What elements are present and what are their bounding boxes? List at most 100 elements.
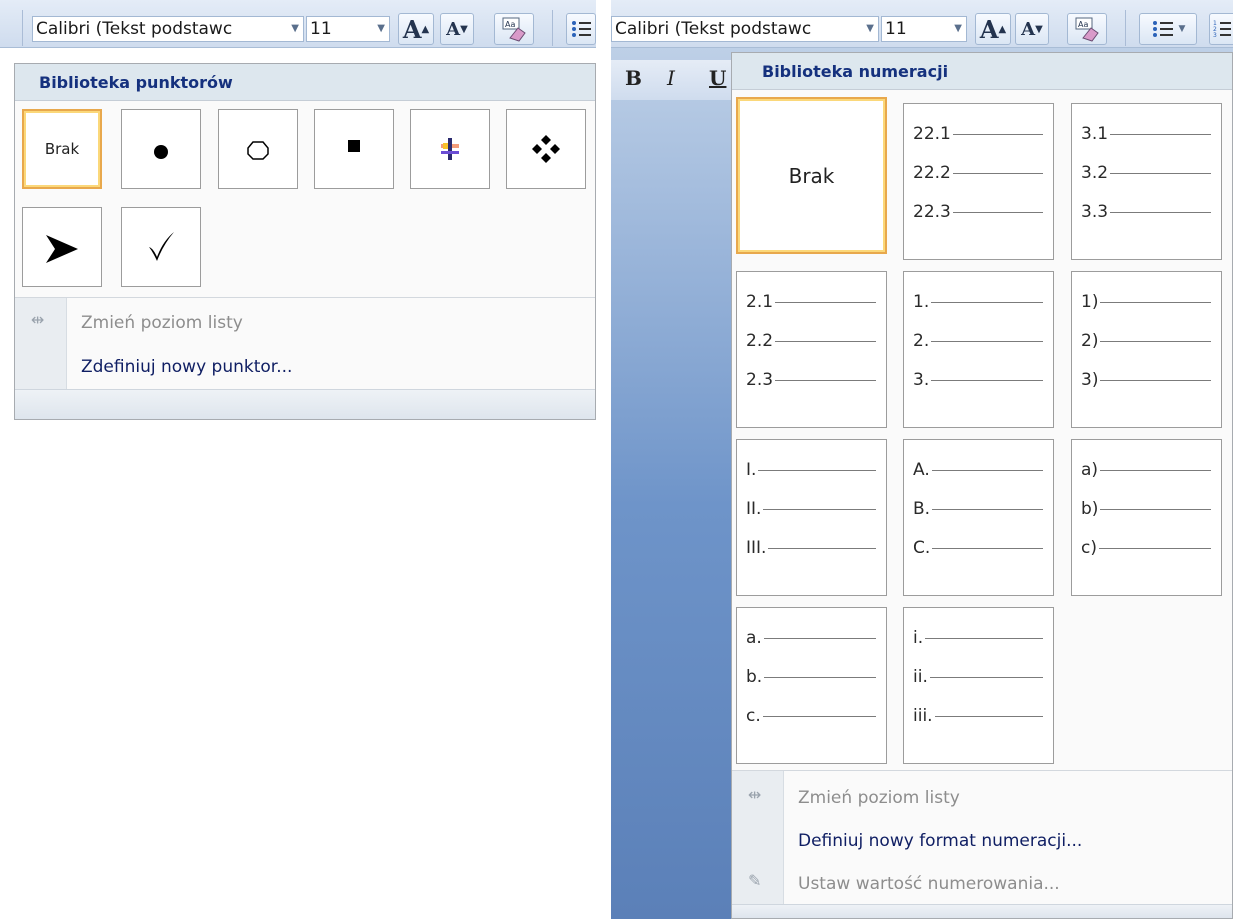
bullet-four-diamonds[interactable] (506, 109, 586, 189)
format-label: b. (746, 667, 763, 687)
numbering-none[interactable]: Brak (736, 97, 887, 254)
change-list-level-item[interactable]: Zmień poziom listy (798, 788, 960, 808)
bullet-hollow-circle[interactable] (218, 109, 298, 189)
clear-formatting-button[interactable]: Aa (1067, 13, 1107, 45)
four-diamonds-icon (532, 135, 560, 163)
numbering-lower-roman[interactable]: i. ii. iii. (903, 607, 1054, 764)
format-label: b) (1081, 499, 1099, 519)
svg-text:Aa: Aa (505, 20, 515, 29)
numbering-upper-alpha[interactable]: A. B. C. (903, 439, 1054, 596)
format-row: 22.2 (913, 163, 1043, 183)
format-label: ii. (913, 667, 928, 687)
formatting-bar: B I U (611, 60, 741, 100)
numbering-decimal-dot[interactable]: 1. 2. 3. (903, 271, 1054, 428)
format-label: c. (746, 706, 761, 726)
bullets-button[interactable]: ▼ (1139, 13, 1197, 45)
format-row: I. (746, 460, 876, 480)
bullets-library-panel: Calibri (Tekst podstawc ▼ 11 ▼ A ▲ A ▼ Aa (0, 0, 596, 420)
format-row: b. (746, 667, 876, 687)
numbering-button[interactable]: 1 2 3 (1209, 13, 1233, 45)
filled-circle-icon (154, 145, 168, 159)
menu-footer (732, 904, 1232, 918)
format-label: 22.1 (913, 124, 951, 144)
chevron-down-icon[interactable]: ▼ (1179, 24, 1186, 34)
numbering-decimal-paren[interactable]: 1) 2) 3) (1071, 271, 1222, 428)
svg-text:Aa: Aa (1078, 20, 1088, 29)
format-row: a. (746, 628, 876, 648)
format-label: iii. (913, 706, 933, 726)
font-size-combo[interactable]: 11 ▼ (306, 16, 390, 42)
change-list-level-item[interactable]: Zmień poziom listy (81, 313, 243, 333)
indent-level-icon: ⇹ (31, 312, 45, 329)
format-label: C. (913, 538, 931, 558)
format-label: 3.3 (1081, 202, 1109, 222)
font-size-value: 11 (885, 19, 907, 39)
bullet-colored-cross[interactable] (410, 109, 490, 189)
format-label: I. (746, 460, 757, 480)
filled-square-icon (348, 140, 360, 152)
chevron-down-icon[interactable]: ▼ (377, 17, 385, 41)
hollow-circle-icon (247, 141, 269, 160)
checkmark-icon (149, 232, 174, 261)
shrink-font-button[interactable]: A ▼ (440, 13, 474, 45)
bullet-list-icon (1152, 21, 1173, 37)
menu-footer (15, 389, 595, 419)
gallery-title: Biblioteka numeracji (732, 53, 1232, 90)
ribbon-toolbar: Calibri (Tekst podstawc ▼ 11 ▼ A ▲ A ▼ Aa (611, 0, 1233, 48)
font-name-value: Calibri (Tekst podstawc (36, 19, 233, 39)
bullet-none[interactable]: Brak (22, 109, 102, 189)
chevron-down-icon[interactable]: ▼ (866, 17, 874, 41)
font-name-combo[interactable]: Calibri (Tekst podstawc ▼ (611, 16, 879, 42)
divider (15, 297, 595, 298)
numbering-multilevel-3[interactable]: 3.1 3.2 3.3 (1071, 103, 1222, 260)
bold-button[interactable]: B (625, 66, 642, 90)
format-label: c) (1081, 538, 1097, 558)
format-label: III. (746, 538, 767, 558)
italic-button[interactable]: I (667, 66, 675, 90)
format-label: 1. (913, 292, 930, 312)
caret-down-icon: ▼ (460, 23, 468, 35)
grow-font-button[interactable]: A ▲ (398, 13, 434, 45)
define-new-number-format-item[interactable]: Definiuj nowy format numeracji... (798, 831, 1082, 851)
format-row: i. (913, 628, 1043, 648)
shrink-font-button[interactable]: A ▼ (1015, 13, 1049, 45)
format-label: 2.1 (746, 292, 774, 312)
font-name-combo[interactable]: Calibri (Tekst podstawc ▼ (32, 16, 304, 42)
bullet-arrowhead[interactable] (22, 207, 102, 287)
numbering-upper-roman[interactable]: I. II. III. (736, 439, 887, 596)
font-size-combo[interactable]: 11 ▼ (881, 16, 967, 42)
define-new-number-format-label: Definiuj nowy format numeracji... (798, 831, 1083, 851)
numbering-lower-alpha-paren[interactable]: a) b) c) (1071, 439, 1222, 596)
set-numbering-value-label: Ustaw wartość numerowania... (798, 874, 1060, 894)
grow-font-button[interactable]: A ▲ (975, 13, 1011, 45)
format-row: C. (913, 538, 1043, 558)
bullets-button[interactable] (566, 13, 596, 45)
format-row: ii. (913, 667, 1043, 687)
bullet-filled-square[interactable] (314, 109, 394, 189)
format-label: 3.1 (1081, 124, 1109, 144)
chevron-down-icon[interactable]: ▼ (291, 17, 299, 41)
format-label: 22.2 (913, 163, 951, 183)
bullets-dropdown: Biblioteka punktorów Brak ⇹ Zmień poziom… (14, 63, 596, 420)
change-list-level-label: Zmień poziom listy (81, 313, 243, 333)
chevron-down-icon[interactable]: ▼ (954, 17, 962, 41)
bullet-none-label: Brak (44, 140, 80, 158)
arrowhead-icon (46, 235, 78, 263)
numbering-lower-alpha-dot[interactable]: a. b. c. (736, 607, 887, 764)
set-numbering-value-icon: ✎ (748, 873, 762, 890)
define-new-bullet-item[interactable]: Zdefiniuj nowy punktor... (81, 357, 292, 377)
format-row: 3. (913, 370, 1043, 390)
numbering-multilevel-2[interactable]: 2.1 2.2 2.3 (736, 271, 887, 428)
font-name-value: Calibri (Tekst podstawc (615, 19, 812, 39)
clear-formatting-button[interactable]: Aa (494, 13, 534, 45)
bullet-checkmark[interactable] (121, 207, 201, 287)
bullet-filled-circle[interactable] (121, 109, 201, 189)
change-list-level-label: Zmień poziom listy (798, 788, 960, 808)
underline-button[interactable]: U (709, 66, 726, 90)
format-row: a) (1081, 460, 1211, 480)
format-row: iii. (913, 706, 1043, 726)
colored-cross-icon (441, 138, 459, 160)
numbering-multilevel-22[interactable]: 22.1 22.2 22.3 (903, 103, 1054, 260)
set-numbering-value-item[interactable]: Ustaw wartość numerowania... (798, 874, 1060, 894)
format-row: c. (746, 706, 876, 726)
